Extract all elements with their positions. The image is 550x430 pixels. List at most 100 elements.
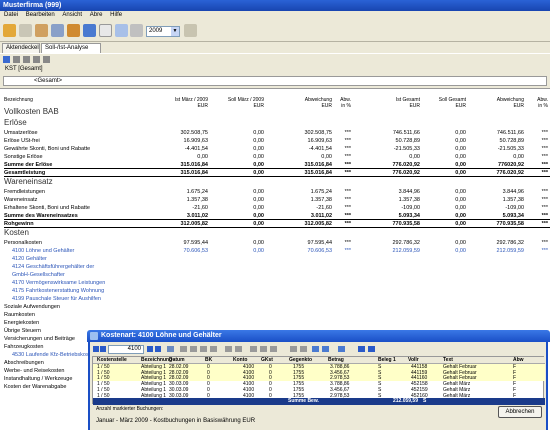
bookmark-icon[interactable] <box>338 346 345 352</box>
save-icon[interactable] <box>51 24 64 37</box>
report-row[interactable]: Sonstige Erlöse 0,00 0,00 0,00 *** 0,00 0,00 0,… <box>4 153 550 161</box>
nav-prev-icon[interactable] <box>100 346 106 352</box>
row-value: *** <box>344 248 351 254</box>
export-icon[interactable] <box>290 346 297 352</box>
report-row[interactable]: Personalkosten 97.595,44 0,00 97.595,44 *** 2… <box>4 239 550 247</box>
report-row[interactable]: 4175 Fahrtkostenerstattung Wohnung <box>4 287 550 295</box>
report-row[interactable]: Gewährte Skonti, Boni und Rabatte -4.401,… <box>4 145 550 153</box>
export-icon[interactable] <box>43 56 50 63</box>
refresh-icon[interactable] <box>13 56 20 63</box>
filter-icon[interactable] <box>260 346 267 352</box>
report-row[interactable]: Summe der Erlöse 315.016,84 0,00 315.016,84… <box>4 161 550 169</box>
document-icon[interactable] <box>99 24 112 37</box>
tab-aktendeckel[interactable]: Aktendeckel <box>2 43 40 53</box>
first-icon[interactable] <box>3 56 10 63</box>
report-row[interactable]: Gesamtleistung 315.016,84 0,00 315.016,84 **… <box>4 169 550 177</box>
grid-view-icon[interactable] <box>167 346 174 352</box>
report-row[interactable]: Energiekosten <box>4 319 550 327</box>
delete-icon[interactable] <box>235 346 242 352</box>
search-icon[interactable] <box>115 24 128 37</box>
nav-first-icon[interactable] <box>93 346 99 352</box>
row-value: 0,00 <box>253 146 264 152</box>
report-row[interactable]: Wareneinsatz 1.357,38 0,00 1.357,38 *** 1.357… <box>4 196 550 204</box>
folder-icon[interactable] <box>3 24 16 37</box>
row-value: 97.595,44 <box>183 240 208 246</box>
report-row[interactable]: Fremdleistungen 1.675,24 0,00 1.675,24 *** 3.… <box>4 188 550 196</box>
find-icon[interactable] <box>210 346 217 352</box>
grid-col-header[interactable]: Vollr <box>408 357 419 364</box>
report-row[interactable]: Wareneinsatz <box>4 177 550 187</box>
filter-icon[interactable] <box>23 56 30 63</box>
mail-icon[interactable] <box>300 346 307 352</box>
report-row[interactable]: 4124 Geschäftsführergehälter der <box>4 263 550 271</box>
grid-col-header[interactable]: Gegenkto <box>289 357 312 364</box>
grid-col-header[interactable]: BK <box>205 357 212 364</box>
settings-icon[interactable] <box>130 24 143 37</box>
report-row[interactable]: Erhaltene Skonti, Boni und Rabatte -21,60… <box>4 204 550 212</box>
grid-col-header[interactable]: Kostenstelle <box>97 357 127 364</box>
row-value: *** <box>344 162 351 168</box>
grid-col-header[interactable]: Text <box>443 357 453 364</box>
forward-icon[interactable] <box>368 346 375 352</box>
archive-icon[interactable] <box>35 24 48 37</box>
undo-icon[interactable] <box>225 346 232 352</box>
report-row[interactable]: 4170 Vermögenswirksame Leistungen <box>4 279 550 287</box>
record-input[interactable]: 4100 <box>108 345 144 354</box>
print-icon[interactable] <box>19 24 32 37</box>
row-value: 0,00 <box>455 130 466 136</box>
row-value: 0,00 <box>455 189 466 195</box>
report-row[interactable]: Summe des Wareneinsatzes 3.011,02 0,00 3.01… <box>4 212 550 220</box>
info-icon[interactable] <box>312 346 319 352</box>
print-small-icon[interactable] <box>33 56 40 63</box>
paste-icon[interactable] <box>200 346 207 352</box>
menu-abre[interactable]: Abre <box>90 12 103 18</box>
back-icon[interactable] <box>358 346 365 352</box>
help-icon[interactable] <box>322 346 329 352</box>
report-row[interactable]: Raumkosten <box>4 311 550 319</box>
menu-datei[interactable]: Datei <box>4 12 18 18</box>
tools-icon[interactable] <box>67 24 80 37</box>
tab-soll-ist-analyse[interactable]: Soll-/Ist-Analyse (Kost) <box>41 43 101 60</box>
year-select[interactable]: 2009 ▼ <box>146 26 180 37</box>
report-row[interactable]: Erlöse USt-frei 16.909,63 0,00 16.909,63 ***… <box>4 137 550 145</box>
report-row[interactable]: Umsatzerlöse 302.508,75 0,00 302.508,75 *** 7… <box>4 129 550 137</box>
report-row[interactable]: 4120 Gehälter <box>4 255 550 263</box>
row-value: *** <box>541 240 548 246</box>
row-value: 0,00 <box>253 221 264 227</box>
grid-col-header[interactable]: Datum <box>169 357 185 364</box>
menu-bearbeiten[interactable]: Bearbeiten <box>26 12 55 18</box>
sort-icon[interactable] <box>250 346 257 352</box>
grid-col-header[interactable]: GKst <box>261 357 273 364</box>
cancel-button[interactable]: Abbrechen <box>498 406 542 418</box>
menu-hilfe[interactable]: Hilfe <box>110 12 122 18</box>
row-value: -21,60 <box>316 205 332 211</box>
grid-icon[interactable] <box>83 24 96 37</box>
kst-field[interactable]: <Gesamt> <box>3 76 547 86</box>
grid-col-header[interactable]: Abw <box>513 357 524 364</box>
nav-next-icon[interactable] <box>147 346 153 352</box>
row-value: 315.016,84 <box>304 170 332 176</box>
report-row[interactable]: Vollkosten BAB <box>4 107 550 117</box>
chevron-down-icon[interactable]: ▼ <box>171 27 179 36</box>
report-row[interactable]: 4199 Pauschale Steuer für Aushilfen <box>4 295 550 303</box>
calendar-icon[interactable] <box>184 24 197 37</box>
row-value: 0,00 <box>455 138 466 144</box>
report-row[interactable]: Soziale Aufwendungen <box>4 303 550 311</box>
row-value: 1.675,24 <box>310 189 332 195</box>
grid-col-header[interactable]: Betrag <box>328 357 344 364</box>
report-row[interactable]: 4100 Löhne und Gehälter 70.606,53 0,00 70.6… <box>4 247 550 255</box>
report-row[interactable]: Kosten <box>4 228 550 238</box>
copy-icon[interactable] <box>190 346 197 352</box>
grid-col-header[interactable]: Konto <box>233 357 247 364</box>
row-value: *** <box>344 240 351 246</box>
print-icon[interactable] <box>180 346 187 352</box>
report-row[interactable]: Rohgewinn 312.005,82 0,00 312.005,82 *** 770.… <box>4 220 550 228</box>
grid-col-header[interactable]: Beleg 1 <box>378 357 396 364</box>
columns-icon[interactable] <box>270 346 277 352</box>
menu-ansicht[interactable]: Ansicht <box>62 12 82 18</box>
nav-last-icon[interactable] <box>155 346 161 352</box>
report-row[interactable]: Erlöse <box>4 118 550 128</box>
report-row[interactable]: GmbH-Gesellschafter <box>4 271 550 279</box>
grid-col-header[interactable]: Bezeichnung <box>141 357 172 364</box>
row-value: 0,00 <box>253 130 264 136</box>
